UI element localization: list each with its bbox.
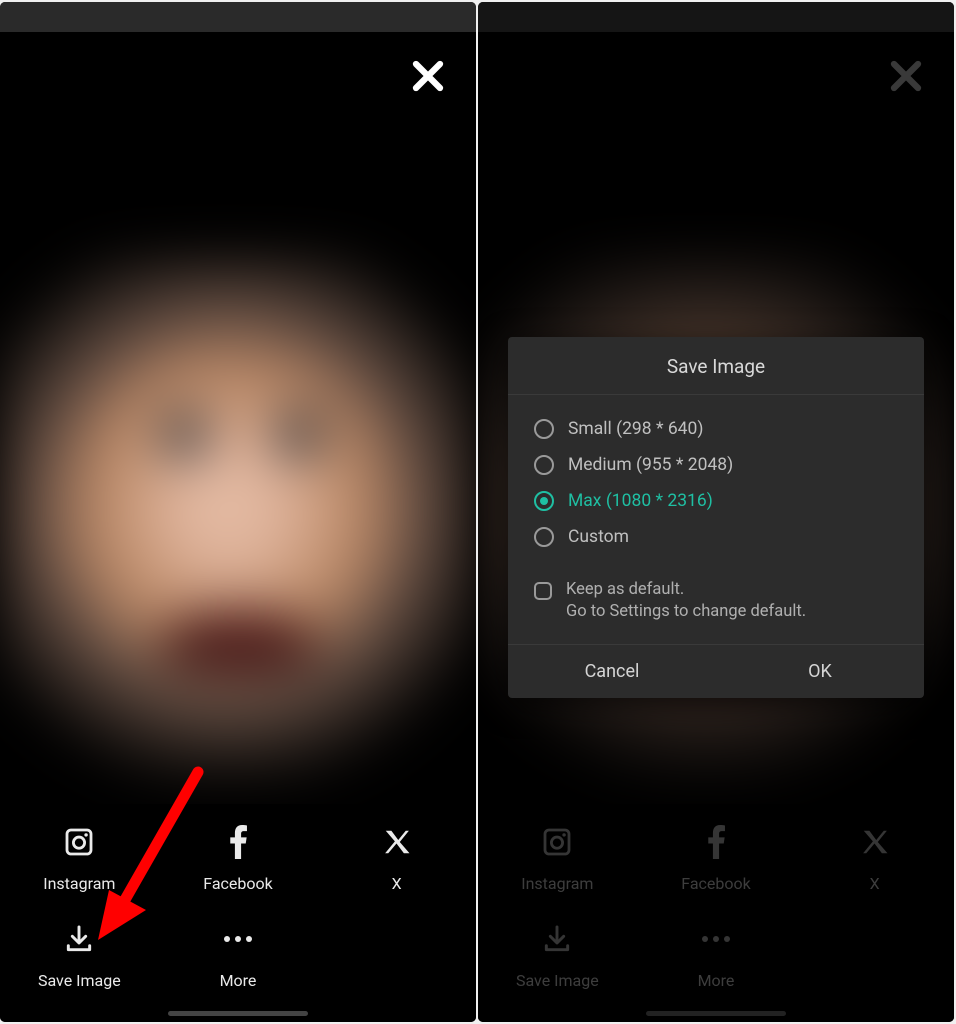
gesture-bar [168,1011,308,1016]
screenshot-left: Instagram Facebook X [0,2,476,1022]
x-logo-icon [382,827,412,857]
share-x-label: X [392,874,402,893]
close-button[interactable] [410,58,446,94]
radio-icon [534,527,554,547]
status-bar [0,2,476,32]
share-facebook[interactable]: Facebook [159,810,318,907]
size-option-label: Medium (955 * 2048) [568,455,733,475]
save-image-dialog: Save Image Small (298 * 640) Medium (955… [508,337,924,698]
radio-icon [534,455,554,475]
size-options: Small (298 * 640) Medium (955 * 2048) Ma… [508,395,924,561]
screenshot-right: Instagram Facebook X Sa [478,2,954,1022]
share-facebook-label: Facebook [203,874,272,893]
download-icon [63,923,95,955]
more-label: More [220,971,257,990]
radio-icon [534,419,554,439]
size-option-custom[interactable]: Custom [534,519,898,555]
facebook-icon [228,825,248,859]
keep-default-checkbox[interactable]: Keep as default. Go to Settings to chang… [508,561,924,644]
save-image-button[interactable]: Save Image [0,907,159,1004]
more-button[interactable]: More [159,907,318,1004]
keep-default-text: Keep as default. Go to Settings to chang… [566,579,806,624]
size-option-label: Max (1080 * 2316) [568,491,713,511]
share-x[interactable]: X [317,810,476,907]
edited-photo-preview [0,257,476,777]
instagram-icon [63,826,95,858]
dialog-actions: Cancel OK [508,644,924,698]
share-panel: Instagram Facebook X [0,804,476,1022]
share-instagram-label: Instagram [43,874,115,893]
size-option-label: Small (298 * 640) [568,419,703,439]
cancel-button[interactable]: Cancel [508,645,716,698]
more-icon [221,934,255,944]
dialog-title: Save Image [508,337,924,395]
radio-icon [534,491,554,511]
ok-button[interactable]: OK [716,645,924,698]
checkbox-icon [534,582,552,600]
close-icon [410,58,446,94]
size-option-medium[interactable]: Medium (955 * 2048) [534,447,898,483]
save-image-label: Save Image [38,971,121,990]
size-option-max[interactable]: Max (1080 * 2316) [534,483,898,519]
share-instagram[interactable]: Instagram [0,810,159,907]
size-option-small[interactable]: Small (298 * 640) [534,411,898,447]
size-option-label: Custom [568,527,629,547]
